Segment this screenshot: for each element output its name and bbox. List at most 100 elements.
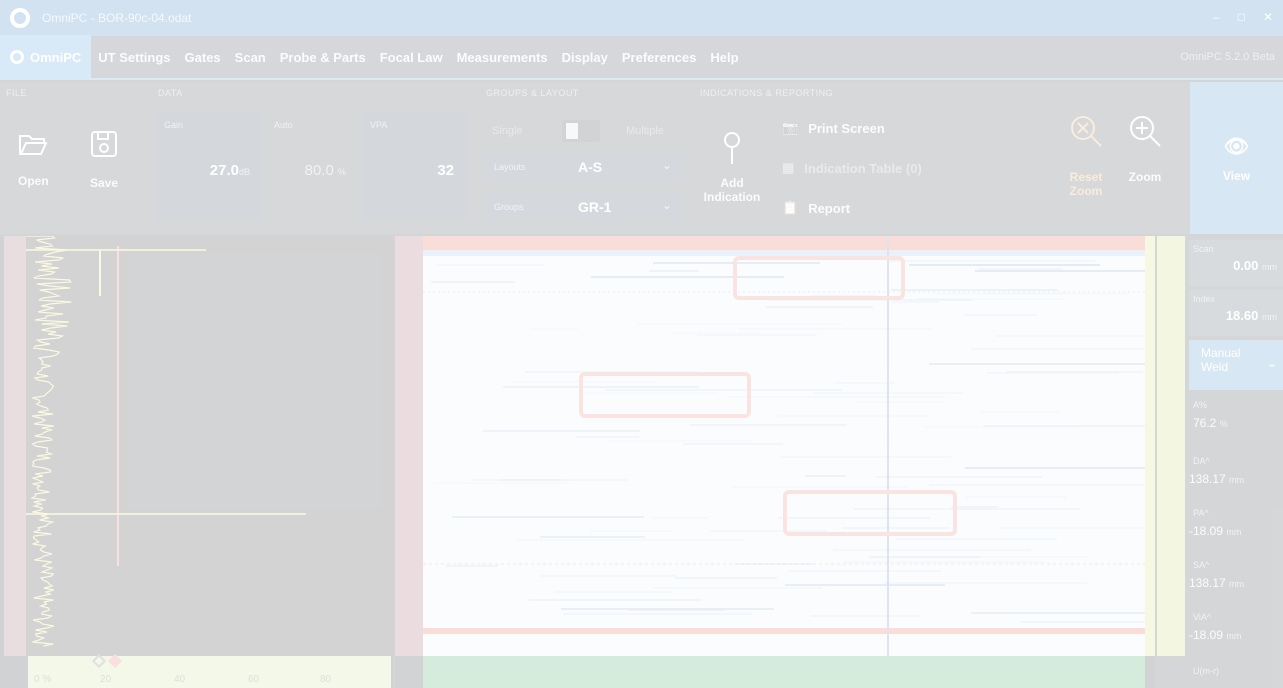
clipboard-icon: 📋 bbox=[782, 200, 799, 215]
auto-label: Auto bbox=[274, 120, 293, 130]
add-indication-button[interactable]: Add Indication bbox=[700, 130, 764, 204]
menu-display[interactable]: Display bbox=[555, 50, 615, 65]
minimize-icon[interactable]: – bbox=[1213, 10, 1220, 24]
folder-open-icon bbox=[19, 135, 48, 155]
save-button[interactable]: Save bbox=[90, 130, 118, 190]
indication-box[interactable] bbox=[733, 256, 905, 300]
measurement-label: A% bbox=[1193, 400, 1208, 410]
menu-focal-law[interactable]: Focal Law bbox=[373, 50, 450, 65]
reset-zoom-button[interactable]: Reset Zoom bbox=[1062, 114, 1110, 198]
groups-select[interactable]: Groups GR-1 ⌄ bbox=[486, 192, 682, 222]
measurement-readout: A% 76.2 % bbox=[1189, 400, 1283, 430]
scale-label: 0 % bbox=[34, 674, 52, 685]
zoom-in-icon bbox=[1130, 116, 1161, 147]
sscan-depth-ruler bbox=[395, 236, 423, 656]
reset-zoom-label: Reset Zoom bbox=[1069, 170, 1103, 198]
vpa-value: 32 bbox=[437, 162, 454, 179]
measurement-value: -18.09 mm bbox=[1189, 524, 1242, 538]
ascan-amplitude-scale: 0 % 20 40 60 80 bbox=[28, 653, 391, 688]
vpa-card[interactable]: VPA 32 bbox=[362, 112, 466, 222]
menu-probe-parts[interactable]: Probe & Parts bbox=[273, 50, 373, 65]
section-groups-title: GROUPS & LAYOUT bbox=[486, 88, 579, 98]
pin-icon bbox=[724, 132, 740, 164]
gate-marker-icon[interactable] bbox=[91, 653, 107, 669]
section-file-title: FILE bbox=[6, 88, 28, 98]
measurement-label: SA^ bbox=[1193, 560, 1210, 570]
indication-box[interactable] bbox=[579, 372, 751, 418]
layouts-value: A-S bbox=[578, 159, 603, 175]
menu-ut-settings[interactable]: UT Settings bbox=[91, 50, 177, 65]
eye-icon: 👁 bbox=[1223, 135, 1250, 158]
scale-label: 40 bbox=[174, 674, 186, 685]
open-label: Open bbox=[18, 174, 49, 188]
menu-measurements[interactable]: Measurements bbox=[450, 50, 555, 65]
sscan-panel[interactable] bbox=[395, 236, 1155, 688]
layouts-label: Layouts bbox=[494, 162, 526, 172]
save-label: Save bbox=[90, 176, 119, 190]
report-label: Report bbox=[808, 200, 851, 216]
cursor-marker-icon[interactable] bbox=[107, 653, 123, 669]
index-value: 18.60 mm bbox=[1225, 308, 1277, 323]
measurement-label: ViA^ bbox=[1193, 612, 1212, 622]
scale-label: 80 bbox=[320, 674, 332, 685]
readout-panel: Scan 0.00 mm Index 18.60 mm Manual Weld … bbox=[1157, 236, 1283, 688]
scan-label: Scan bbox=[1193, 244, 1214, 254]
menu-gates[interactable]: Gates bbox=[178, 50, 228, 65]
gain-card[interactable]: Gain 27.0dB bbox=[156, 112, 262, 222]
chevron-down-icon: ⌄ bbox=[661, 158, 672, 172]
view-button[interactable]: 👁 View bbox=[1190, 82, 1283, 234]
maximize-icon[interactable]: □ bbox=[1238, 10, 1245, 24]
single-multiple-toggle[interactable]: Single Multiple bbox=[492, 120, 682, 144]
view-label: View bbox=[1222, 168, 1251, 183]
readout-footer: U(m-r) bbox=[1189, 666, 1283, 676]
print-screen-label: Print Screen bbox=[808, 120, 885, 136]
scale-label: 20 bbox=[100, 674, 112, 685]
save-icon bbox=[91, 131, 118, 157]
toggle-track[interactable] bbox=[562, 120, 600, 142]
close-icon[interactable]: ✕ bbox=[1263, 10, 1273, 24]
ascan-panel[interactable]: 0 % 20 40 60 80 bbox=[0, 235, 393, 688]
auto-value: 80.0 % bbox=[304, 162, 346, 179]
indication-table-label: Indication Table (0) bbox=[804, 160, 922, 176]
groups-value: GR-1 bbox=[578, 199, 612, 215]
menu-bar: OmniPC UT Settings Gates Scan Probe & Pa… bbox=[0, 35, 1283, 80]
layouts-select[interactable]: Layouts A-S ⌄ bbox=[486, 152, 682, 182]
scan-readout[interactable]: Scan 0.00 mm bbox=[1189, 240, 1283, 286]
zoom-button[interactable]: Zoom bbox=[1128, 114, 1162, 184]
camera-icon: 📷 bbox=[782, 120, 799, 135]
menu-preferences[interactable]: Preferences bbox=[615, 50, 703, 65]
menu-home-tab[interactable]: OmniPC bbox=[0, 35, 92, 79]
omnipc-logo-icon bbox=[10, 8, 30, 28]
add-indication-label: Add Indication bbox=[703, 176, 761, 204]
measurement-mode-select[interactable]: Manual Weld ⌄ bbox=[1189, 340, 1283, 390]
chevron-down-icon: ⌄ bbox=[1266, 356, 1277, 370]
report-button[interactable]: 📋 Report bbox=[782, 200, 850, 216]
scan-position-bar bbox=[1157, 236, 1185, 656]
indication-box[interactable] bbox=[783, 490, 957, 536]
ascan-depth-ruler bbox=[4, 236, 26, 656]
measurement-value: 138.17 mm bbox=[1189, 472, 1245, 486]
print-screen-button[interactable]: 📷 Print Screen bbox=[782, 120, 885, 136]
window-controls: – □ ✕ bbox=[1213, 10, 1273, 24]
scan-value: 0.00 mm bbox=[1233, 258, 1277, 273]
measurement-readout: ViA^ -18.09 mm bbox=[1189, 612, 1283, 642]
mode-label: Manual Weld bbox=[1201, 346, 1241, 374]
single-label: Single bbox=[492, 125, 523, 137]
menu-home-label: OmniPC bbox=[30, 49, 82, 65]
scale-label: 60 bbox=[248, 674, 260, 685]
indication-table-button[interactable]: ▦ Indication Table (0) bbox=[782, 160, 922, 176]
auto-card[interactable]: Auto 80.0 % bbox=[266, 112, 358, 222]
measurement-readout: DA^ 138.17 mm bbox=[1189, 456, 1283, 486]
footer-label: U(m-r) bbox=[1193, 666, 1219, 676]
vpa-label: VPA bbox=[370, 120, 388, 130]
ascan-plot[interactable] bbox=[26, 235, 393, 656]
open-button[interactable]: Open bbox=[18, 132, 49, 188]
menu-help[interactable]: Help bbox=[703, 50, 745, 65]
sscan-image[interactable] bbox=[423, 236, 1145, 656]
menu-scan[interactable]: Scan bbox=[228, 50, 273, 65]
title-bar: OmniPC - BOR-90c-04.odat – □ ✕ bbox=[0, 0, 1283, 36]
section-indications-title: INDICATIONS & REPORTING bbox=[700, 88, 834, 98]
version-label: OmniPC 5.2.0 Beta bbox=[1180, 51, 1275, 63]
index-readout[interactable]: Index 18.60 mm bbox=[1189, 290, 1283, 336]
measurement-value: -18.09 mm bbox=[1189, 628, 1242, 642]
